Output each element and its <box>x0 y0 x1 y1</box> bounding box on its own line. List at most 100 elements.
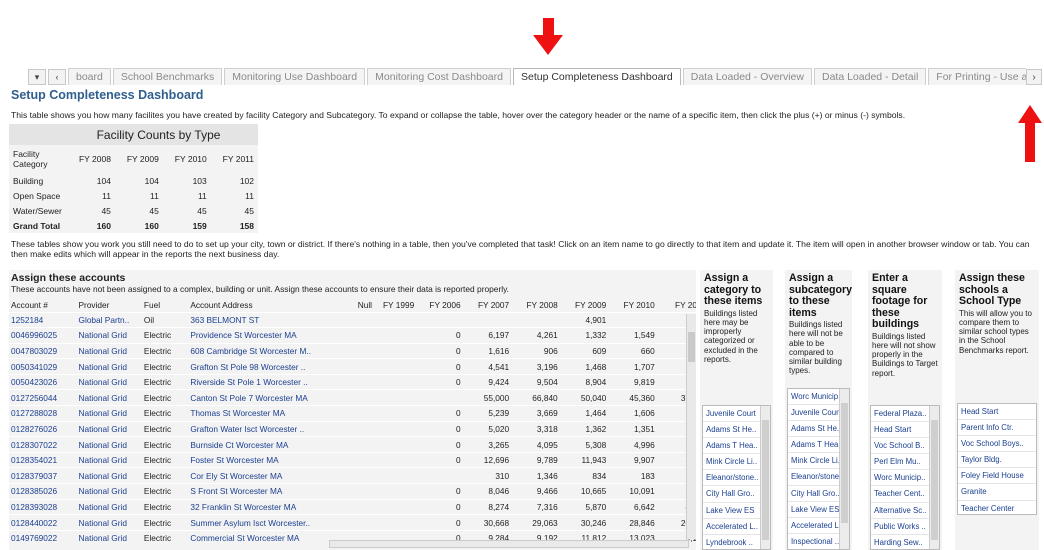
account-number-link[interactable]: 0046996025 <box>9 327 77 344</box>
account-number-link[interactable]: 0149769022 <box>9 529 77 546</box>
account-address-link[interactable]: Burnside Ct Worcester MA <box>188 436 343 453</box>
account-number-link[interactable]: 0128354021 <box>9 451 77 468</box>
account-address-link[interactable]: Providence St Worcester MA <box>188 327 343 344</box>
panel-list-scrollbar[interactable] <box>929 406 939 549</box>
account-cell[interactable]: National Grid <box>76 483 142 500</box>
account-cell: Electric <box>141 451 189 468</box>
account-address-link[interactable]: Summer Asylum Isct Worcester.. <box>188 514 343 531</box>
facility-category-label[interactable]: Open Space <box>9 188 67 203</box>
accounts-horizontal-scrollbar[interactable] <box>329 540 689 548</box>
account-cell <box>342 311 375 328</box>
account-cell[interactable]: National Grid <box>76 498 142 515</box>
panel-item-link[interactable]: Taylor Bldg. <box>958 452 1036 469</box>
account-cell: 1,468 <box>559 358 609 375</box>
account-cell: 0 <box>416 405 463 422</box>
account-cell: 0 <box>416 436 463 453</box>
account-cell: 4,261 <box>511 327 560 344</box>
account-cell[interactable]: National Grid <box>76 373 142 390</box>
tab-monitoring-use-dashboard[interactable]: Monitoring Use Dashboard <box>224 68 366 85</box>
account-cell[interactable]: National Grid <box>76 514 142 531</box>
tab-list-menu-icon[interactable]: ▾ <box>28 69 46 85</box>
facility-category-label[interactable]: Grand Total <box>9 218 67 233</box>
account-cell: 1,362 <box>559 420 609 437</box>
facility-category-header[interactable]: Facility Category <box>9 145 67 173</box>
account-cell[interactable]: National Grid <box>76 342 142 359</box>
account-number-link[interactable]: 1252184 <box>9 311 77 328</box>
account-address-link[interactable]: Thomas St Worcester MA <box>188 405 343 422</box>
account-number-link[interactable]: 0050341029 <box>9 358 77 375</box>
account-cell: 906 <box>511 342 560 359</box>
tab-data-loaded-overview[interactable]: Data Loaded - Overview <box>682 68 812 85</box>
account-number-link[interactable]: 0128276026 <box>9 420 77 437</box>
panel-item-link[interactable]: Voc School Boys.. <box>958 436 1036 453</box>
page-title: Setup Completeness Dashboard <box>11 88 204 102</box>
account-row: 0128393028 National Grid Electric 32 Frankl… <box>9 498 696 515</box>
account-number-link[interactable]: 0050423026 <box>9 373 77 390</box>
panel-item-link[interactable]: Teacher Center <box>958 501 1036 514</box>
account-number-link[interactable]: 0128440022 <box>9 514 77 531</box>
account-cell <box>342 514 375 531</box>
facility-row: Grand Total 160 160 159 158 <box>9 218 258 233</box>
account-address-link[interactable]: Grafton St Pole 98 Worcester .. <box>188 358 343 375</box>
account-cell[interactable]: Global Partn.. <box>76 311 142 328</box>
panel-item-link[interactable]: Parent Info Ctr. <box>958 420 1036 437</box>
account-cell[interactable]: National Grid <box>76 436 142 453</box>
accounts-table: Account # Provider Fuel Account Address Null… <box>9 298 696 546</box>
account-address-link[interactable]: Riverside St Pole 1 Worcester .. <box>188 373 343 390</box>
tab-scroll-right-icon[interactable]: › <box>1026 69 1042 85</box>
account-row: 0128307022 National Grid Electric Burnside … <box>9 436 696 453</box>
account-cell[interactable]: National Grid <box>76 467 142 484</box>
panel-item-link[interactable]: Granite <box>958 484 1036 501</box>
account-address-link[interactable]: Canton St Pole 7 Worcester MA <box>188 389 343 406</box>
account-address-link[interactable]: Grafton Water Isct Worcester .. <box>188 420 343 437</box>
account-cell[interactable]: National Grid <box>76 405 142 422</box>
panel-item-link[interactable]: Head Start <box>958 404 1036 421</box>
panel-list-scrollbar[interactable] <box>839 389 849 549</box>
account-cell <box>374 483 417 500</box>
tab-scroll-left-icon[interactable]: ‹ <box>48 69 66 85</box>
account-number-link[interactable]: 0128307022 <box>9 436 77 453</box>
panel-description: Buildings listed here will not be able t… <box>789 320 843 376</box>
panel-list-scrollbar[interactable] <box>760 406 770 549</box>
facility-counts-title: Facility Counts by Type <box>9 124 258 145</box>
tab-monitoring-cost-dashboard[interactable]: Monitoring Cost Dashboard <box>367 68 511 85</box>
account-cell[interactable]: National Grid <box>76 358 142 375</box>
account-number-link[interactable]: 0127288028 <box>9 405 77 422</box>
account-address-link[interactable]: Commercial St Worcester MA <box>188 529 343 546</box>
account-address-link[interactable]: Foster St Worcester MA <box>188 451 343 468</box>
account-number-link[interactable]: 0047803029 <box>9 342 77 359</box>
account-cell: 5,308 <box>559 436 609 453</box>
account-number-link[interactable]: 0128379037 <box>9 467 77 484</box>
account-row: 0127288028 National Grid Electric Thomas St… <box>9 405 696 422</box>
accounts-column-header: Account Address <box>190 299 253 310</box>
tab-setup-completeness-dashboard[interactable]: Setup Completeness Dashboard <box>512 68 681 85</box>
account-number-link[interactable]: 0128393028 <box>9 498 77 515</box>
facility-category-label[interactable]: Building <box>9 173 67 188</box>
account-number-link[interactable]: 0128385026 <box>9 483 77 500</box>
tab-for-printing-use-and-emissions[interactable]: For Printing - Use and Emissions <box>928 68 1026 85</box>
account-cell[interactable]: National Grid <box>76 327 142 344</box>
account-address-link[interactable]: S Front St Worcester MA <box>188 483 343 500</box>
account-cell[interactable]: National Grid <box>76 420 142 437</box>
sheet-tab-bar: ▾ ‹ board School Benchmarks Monitoring Use… <box>28 67 1042 85</box>
account-cell: 5,239 <box>462 405 512 422</box>
accounts-vertical-scrollbar[interactable] <box>686 314 696 539</box>
panel-description: Buildings listed here will not show prop… <box>872 331 938 378</box>
tab-data-loaded-detail[interactable]: Data Loaded - Detail <box>813 68 927 85</box>
account-cell[interactable]: National Grid <box>76 389 142 406</box>
panel-item-link[interactable]: Foley Field House <box>958 468 1036 485</box>
account-address-link[interactable]: 363 BELMONT ST <box>188 311 343 328</box>
tab-board[interactable]: board <box>68 68 111 85</box>
facility-count-cell: 159 <box>192 220 207 231</box>
account-address-link[interactable]: 608 Cambridge St Worcester M.. <box>188 342 343 359</box>
account-cell[interactable]: National Grid <box>76 529 142 546</box>
account-cell: 10,091 <box>608 483 657 500</box>
account-cell[interactable]: National Grid <box>76 451 142 468</box>
facility-category-label[interactable]: Water/Sewer <box>9 203 67 218</box>
tab-school-benchmarks[interactable]: School Benchmarks <box>112 68 223 85</box>
account-cell <box>374 358 417 375</box>
account-address-link[interactable]: 32 Franklin St Worcester MA <box>188 498 343 515</box>
account-address-link[interactable]: Cor Ely St Worcester MA <box>188 467 343 484</box>
account-number-link[interactable]: 0127256044 <box>9 389 77 406</box>
account-cell: 4,996 <box>608 436 657 453</box>
